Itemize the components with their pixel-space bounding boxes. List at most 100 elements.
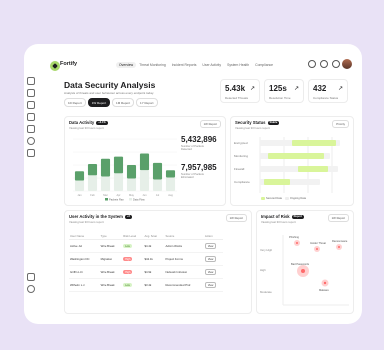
filter-chip[interactable]: 1D Report: [64, 98, 86, 107]
y-label: Very High: [260, 248, 273, 252]
logo-icon: [50, 61, 60, 71]
data-activity-card: Data Activity +3.1% Viewing last 30 hours…: [64, 116, 226, 206]
nav-item[interactable]: Threat Monitoring: [136, 62, 169, 68]
nav-item[interactable]: Overview: [116, 62, 137, 68]
bell-icon[interactable]: [320, 60, 328, 68]
bar-data-flow: [139, 170, 150, 191]
filter-chip[interactable]: 1Y Report: [136, 98, 158, 107]
x-tick-label: Mar: [103, 193, 108, 197]
legend-label: Data Flow: [133, 198, 145, 202]
priority-select[interactable]: Priority: [332, 120, 349, 128]
packets-eliminated-label: Number of Packets Eliminated: [181, 173, 204, 180]
bar-packets-ran: [126, 165, 137, 179]
nav-item[interactable]: Compliance: [252, 62, 276, 68]
app-name: Fortify: [60, 61, 78, 67]
row-label: Monitoring: [234, 154, 248, 158]
bar-data-flow: [126, 178, 137, 191]
user-activity-table: User Name Type Risk Level Avg. Scan Source…: [69, 232, 223, 292]
gear-icon[interactable]: [27, 285, 35, 293]
filter-chip[interactable]: 1W Report: [87, 98, 111, 107]
stat-label: Resolution Time: [269, 96, 291, 100]
arrow-up-right-icon: ↗: [249, 86, 255, 92]
bar-packets-ran: [165, 170, 176, 178]
point-label: Malware: [319, 288, 329, 292]
risk-bubble-chart: Very High High Moderate Phishing Insider…: [260, 235, 349, 306]
filter-chip[interactable]: 1M Report: [112, 98, 135, 107]
risk-badge: High: [123, 270, 133, 275]
y-label: Moderate: [260, 290, 272, 294]
card-subtitle: Viewing last 30 hours report: [69, 220, 104, 224]
bar-packets-ran: [152, 162, 163, 180]
sidebar: [24, 44, 38, 324]
nav-item[interactable]: User Activity: [199, 62, 224, 68]
report-select[interactable]: 1W Report: [327, 214, 349, 222]
bar-data-flow: [100, 176, 111, 191]
stat-card: 432 ↗ Compliance Status: [308, 79, 348, 103]
help-icon[interactable]: [27, 273, 35, 281]
stat-value: 432: [313, 84, 327, 93]
y-label: High: [260, 268, 266, 272]
bar-data-flow: [165, 177, 176, 191]
risk-badge: Low: [123, 283, 132, 288]
view-button[interactable]: View: [204, 282, 217, 288]
view-button[interactable]: View: [204, 243, 217, 249]
x-tick-label: Jul: [156, 193, 160, 197]
point-label: Insider Threat: [310, 241, 326, 245]
stat-value: 125s: [269, 84, 287, 93]
point-label: Ransomware: [332, 239, 348, 243]
status-legend: Secured Data Ongoing Data: [261, 197, 306, 200]
table-row[interactable]: Wilhelm L.J. Wire Break Low $3.4k Recommen…: [69, 278, 223, 292]
table-row[interactable]: Active Jul Wire Break Low $4.4k Admin Work…: [69, 239, 223, 253]
settings-icon[interactable]: [27, 125, 35, 133]
nav-item[interactable]: Incident Reports: [169, 62, 200, 68]
x-tick-label: May: [129, 193, 135, 197]
table-row[interactable]: Griffin L.D. Wire Break High $4.9k Network…: [69, 265, 223, 279]
card-title: Security Status Stable: [235, 120, 280, 125]
secured-bar: [264, 179, 290, 185]
nav-item[interactable]: System Health: [224, 62, 252, 68]
secured-bar: [292, 140, 336, 146]
report-filters: 1D Report 1W Report 1M Report 1Y Report: [64, 98, 158, 107]
card-title: Data Activity +3.1%: [69, 120, 108, 125]
folder-icon[interactable]: [27, 113, 35, 121]
card-title: User Activity in the System +3: [69, 214, 132, 219]
avatar[interactable]: [342, 59, 352, 69]
view-button[interactable]: View: [204, 256, 217, 262]
view-button[interactable]: View: [204, 269, 217, 275]
packets-detected-label: Number of Packets Detected: [181, 145, 204, 152]
legend-swatch: [129, 198, 132, 201]
secured-bar: [298, 166, 328, 172]
table-row[interactable]: Washington DC Migration High $42.1k Projec…: [69, 252, 223, 266]
row-label: Compliance: [234, 180, 250, 184]
settings-icon[interactable]: [332, 60, 340, 68]
stat-card: 5.43k ↗ Detected Threats: [220, 79, 260, 103]
status-gantt: Encrypted Monitoring Firewall Compliance: [234, 137, 340, 193]
bar-data-flow: [113, 173, 124, 191]
x-tick-label: Apr: [116, 193, 120, 197]
report-select[interactable]: 1W Report: [225, 214, 247, 222]
stat-label: Detected Threats: [225, 96, 248, 100]
report-select[interactable]: 1W Report: [199, 120, 221, 128]
legend-swatch: [105, 198, 108, 201]
search-icon[interactable]: [308, 60, 316, 68]
risk-badge: Low: [123, 244, 132, 249]
card-subtitle: Viewing last 30 hours report: [235, 126, 270, 130]
grid-icon[interactable]: [27, 89, 35, 97]
row-label: Encrypted: [234, 141, 248, 145]
stat-label: Compliance Status: [313, 96, 339, 100]
bar-data-flow: [152, 179, 163, 191]
app-window: Fortify Overview Threat Monitoring Incid…: [24, 44, 362, 324]
top-icons: [308, 60, 340, 68]
chart-icon[interactable]: [27, 101, 35, 109]
page-title: Data Security Analysis: [64, 80, 156, 90]
arrow-up-right-icon: ↗: [337, 86, 343, 92]
bar-data-flow: [87, 175, 98, 191]
doc-icon[interactable]: [27, 149, 35, 157]
bar-packets-ran: [139, 153, 150, 171]
impact-of-risk-card: Impact of Risk Report Viewing last 30 hou…: [256, 210, 354, 314]
user-icon[interactable]: [27, 137, 35, 145]
card-title: Impact of Risk Report: [261, 214, 304, 219]
home-icon[interactable]: [27, 77, 35, 85]
bar-chart: Jan Feb Mar Apr May Jun Jul Aug Packets Ran Data …: [73, 138, 177, 202]
stat-value: 5.43k: [225, 84, 246, 93]
